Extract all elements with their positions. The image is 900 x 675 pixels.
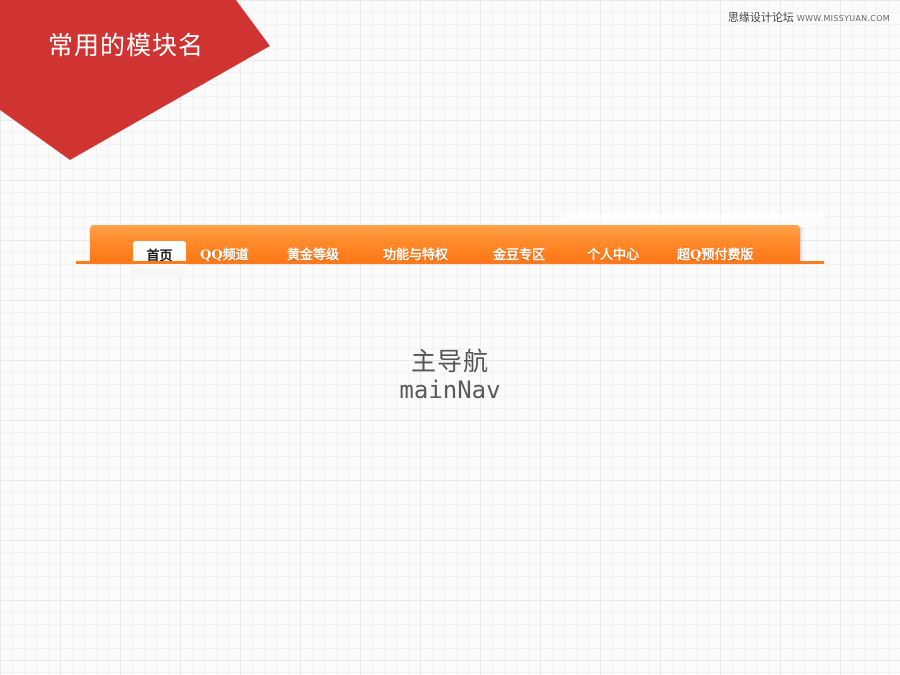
nav-bar: 首页 QQ频道 黄金等级 功能与特权 金豆专区 个人中心 超Q预付费版 <box>90 225 804 275</box>
caption-english: mainNav <box>399 376 501 404</box>
watermark: 思缘设计论坛 WWW.MISSYUAN.COM <box>728 9 890 25</box>
caption-chinese: 主导航 <box>410 347 489 376</box>
watermark-url: WWW.MISSYUAN.COM <box>796 14 890 23</box>
nav-item-gold-level[interactable]: 黄金等级 <box>287 244 339 268</box>
nav-item-personal-center[interactable]: 个人中心 <box>587 244 639 268</box>
nav-item-gold-bean[interactable]: 金豆专区 <box>493 244 545 268</box>
nav-item-home[interactable]: 首页 <box>133 241 186 275</box>
nav-item-qq-channel[interactable]: QQ频道 <box>200 244 249 268</box>
nav-item-features[interactable]: 功能与特权 <box>383 244 448 268</box>
watermark-text: 思缘设计论坛 <box>727 11 794 24</box>
section-title: 常用的模块名 <box>48 31 205 60</box>
corner-banner: 常用的模块名 <box>0 0 270 160</box>
nav-underline <box>76 261 824 264</box>
main-nav: 首页 QQ频道 黄金等级 功能与特权 金豆专区 个人中心 超Q预付费版 <box>76 214 824 275</box>
corner-banner-shape <box>0 0 270 160</box>
nav-item-super-q-prepaid[interactable]: 超Q预付费版 <box>677 244 753 268</box>
